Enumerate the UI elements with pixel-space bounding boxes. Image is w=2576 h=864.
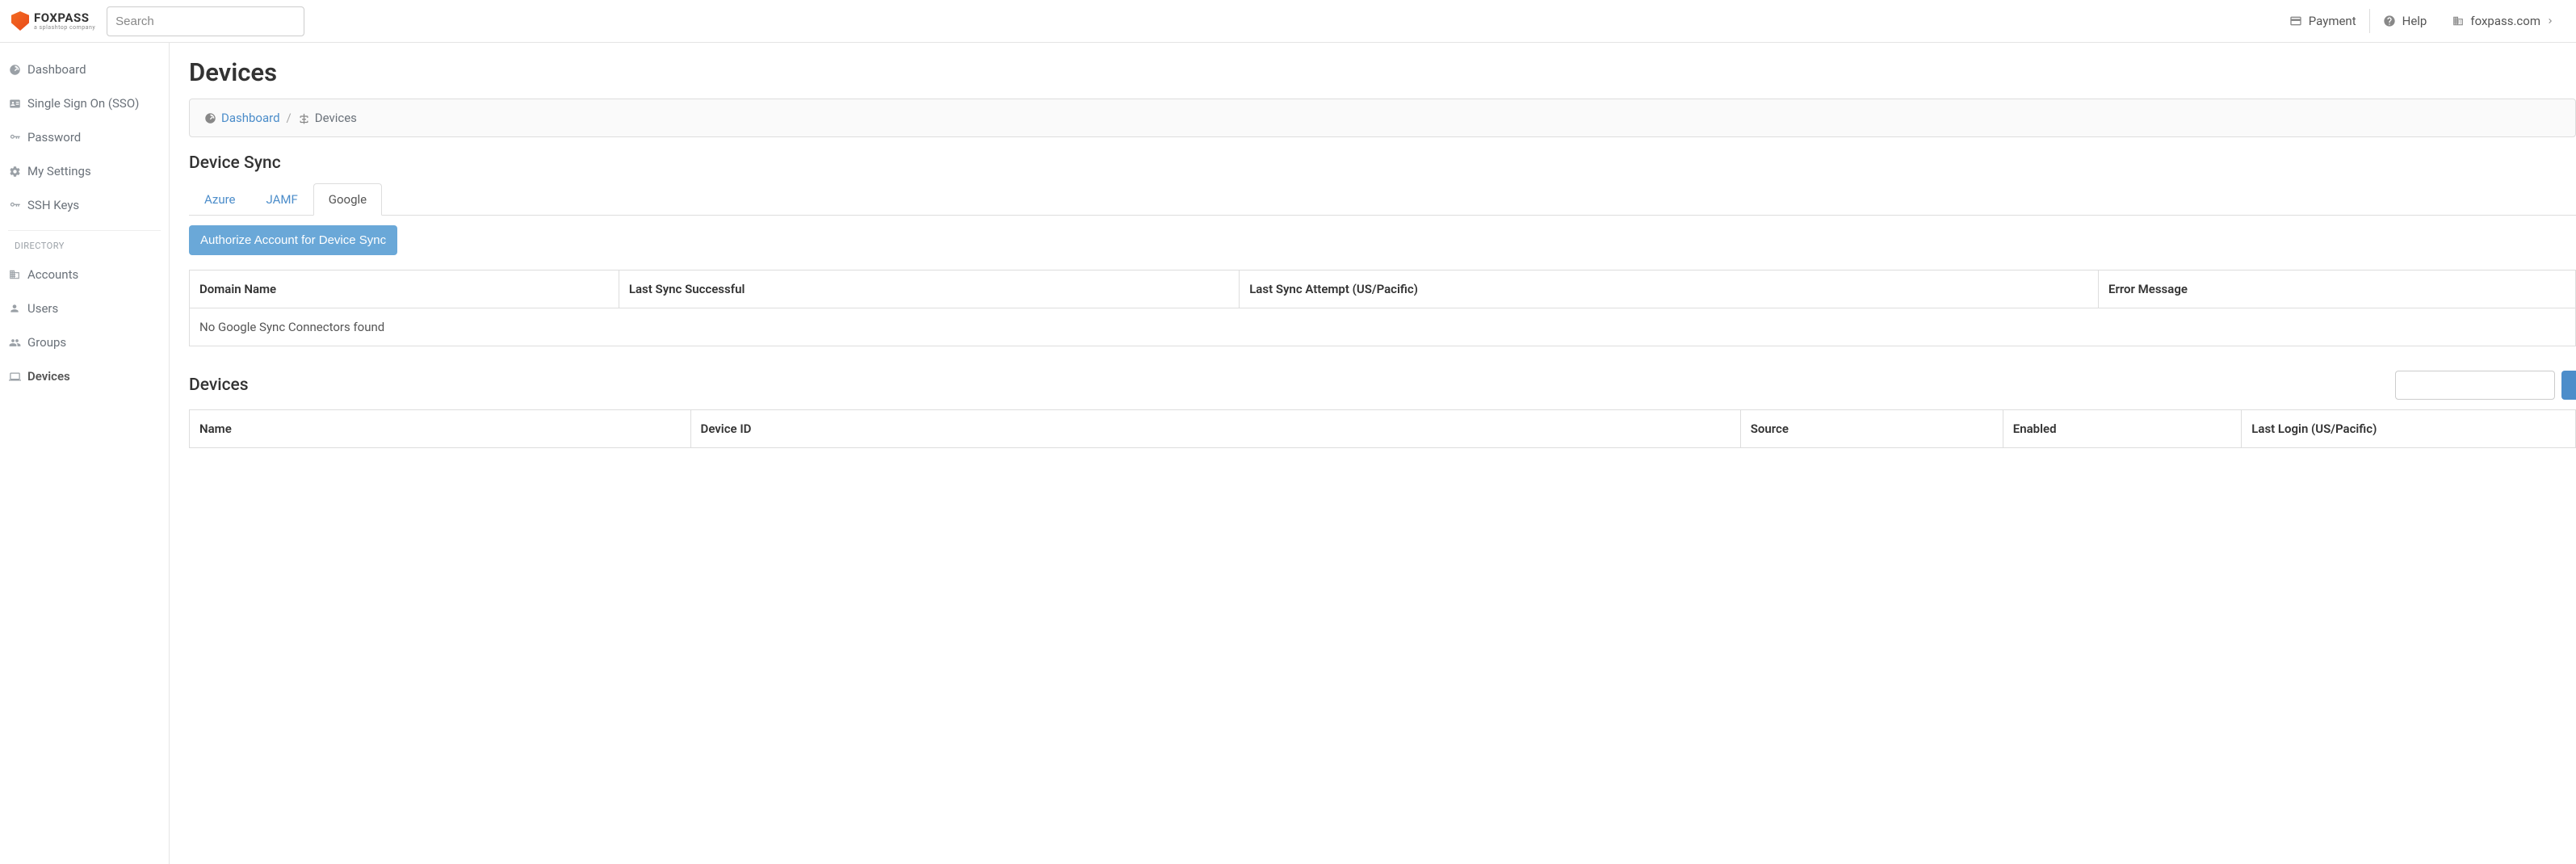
sidebar-label: Users [27, 301, 58, 316]
breadcrumb-current: Devices [315, 111, 357, 125]
sitemap-icon [298, 112, 310, 124]
laptop-icon [8, 371, 21, 383]
tab-jamf[interactable]: JAMF [250, 183, 313, 216]
col-last-sync-attempt: Last Sync Attempt (US/Pacific) [1240, 271, 2099, 308]
col-error-message: Error Message [2098, 271, 2575, 308]
sync-tabs: Azure JAMF Google [189, 182, 2576, 216]
sidebar-label: Devices [27, 369, 70, 384]
chevron-right-icon [2545, 16, 2555, 26]
tab-google[interactable]: Google [313, 183, 382, 216]
building-icon [2452, 15, 2464, 27]
id-card-icon [8, 98, 21, 110]
sidebar-item-accounts[interactable]: Accounts [0, 258, 169, 291]
col-enabled: Enabled [2003, 410, 2242, 448]
authorize-button[interactable]: Authorize Account for Device Sync [189, 225, 397, 255]
site-link[interactable]: foxpass.com [2440, 6, 2568, 36]
breadcrumb-separator: / [287, 111, 292, 125]
payment-link[interactable]: Payment [2276, 6, 2369, 36]
gauge-icon [204, 112, 216, 124]
users-icon [8, 337, 21, 349]
device-sync-title: Device Sync [189, 153, 2576, 173]
sidebar-label: Password [27, 130, 81, 145]
sidebar-label: SSH Keys [27, 198, 79, 212]
sidebar-section-directory: DIRECTORY [8, 230, 161, 256]
user-icon [8, 303, 21, 314]
devices-action-button[interactable] [2561, 371, 2576, 400]
key-icon [8, 199, 21, 212]
table-row: No Google Sync Connectors found [190, 308, 2576, 346]
help-icon [2383, 15, 2396, 27]
sidebar-item-sshkeys[interactable]: SSH Keys [0, 188, 169, 222]
logo-shield-icon [11, 11, 29, 31]
empty-message: No Google Sync Connectors found [190, 308, 2576, 346]
logo-sub: a splashtop company [34, 25, 95, 31]
sidebar-item-sso[interactable]: Single Sign On (SSO) [0, 86, 169, 120]
gears-icon [8, 166, 21, 178]
logo[interactable]: FOXPASS a splashtop company [11, 11, 95, 31]
sidebar-label: My Settings [27, 164, 91, 178]
devices-search-input[interactable] [2395, 371, 2555, 400]
page-title: Devices [189, 57, 2576, 87]
payment-label: Payment [2309, 14, 2356, 28]
topbar-right: Payment Help foxpass.com [2276, 6, 2568, 36]
help-label: Help [2402, 14, 2427, 28]
col-name: Name [190, 410, 691, 448]
payment-icon [2289, 15, 2302, 27]
sidebar-label: Single Sign On (SSO) [27, 96, 139, 111]
tab-azure[interactable]: Azure [189, 183, 250, 216]
sidebar-item-password[interactable]: Password [0, 120, 169, 154]
site-label: foxpass.com [2470, 14, 2540, 28]
breadcrumb-home-link[interactable]: Dashboard [221, 111, 280, 125]
logo-main: FOXPASS [34, 12, 95, 24]
search-input[interactable] [107, 6, 304, 36]
sidebar-item-devices[interactable]: Devices [0, 359, 169, 393]
topbar: FOXPASS a splashtop company Payment Help… [0, 0, 2576, 43]
sidebar-label: Dashboard [27, 62, 86, 77]
col-device-id: Device ID [690, 410, 1740, 448]
sidebar-label: Accounts [27, 267, 78, 282]
col-last-sync-success: Last Sync Successful [619, 271, 1239, 308]
sidebar-item-groups[interactable]: Groups [0, 325, 169, 359]
sidebar-item-users[interactable]: Users [0, 291, 169, 325]
sync-table: Domain Name Last Sync Successful Last Sy… [189, 270, 2576, 346]
building-icon [8, 269, 21, 280]
key-icon [8, 132, 21, 144]
devices-table: Name Device ID Source Enabled Last Login… [189, 409, 2576, 448]
col-domain-name: Domain Name [190, 271, 619, 308]
breadcrumb: Dashboard / Devices [189, 99, 2576, 137]
sidebar-label: Groups [27, 335, 66, 350]
col-source: Source [1740, 410, 2003, 448]
col-last-login: Last Login (US/Pacific) [2242, 410, 2576, 448]
logo-text: FOXPASS a splashtop company [34, 12, 95, 31]
sidebar-item-settings[interactable]: My Settings [0, 154, 169, 188]
sidebar-item-dashboard[interactable]: Dashboard [0, 52, 169, 86]
main-content: Devices Dashboard / Devices Device Sync … [170, 43, 2576, 864]
help-link[interactable]: Help [2370, 6, 2440, 36]
gauge-icon [8, 64, 21, 76]
sidebar: Dashboard Single Sign On (SSO) Password … [0, 43, 170, 864]
devices-list-title: Devices [189, 375, 249, 395]
